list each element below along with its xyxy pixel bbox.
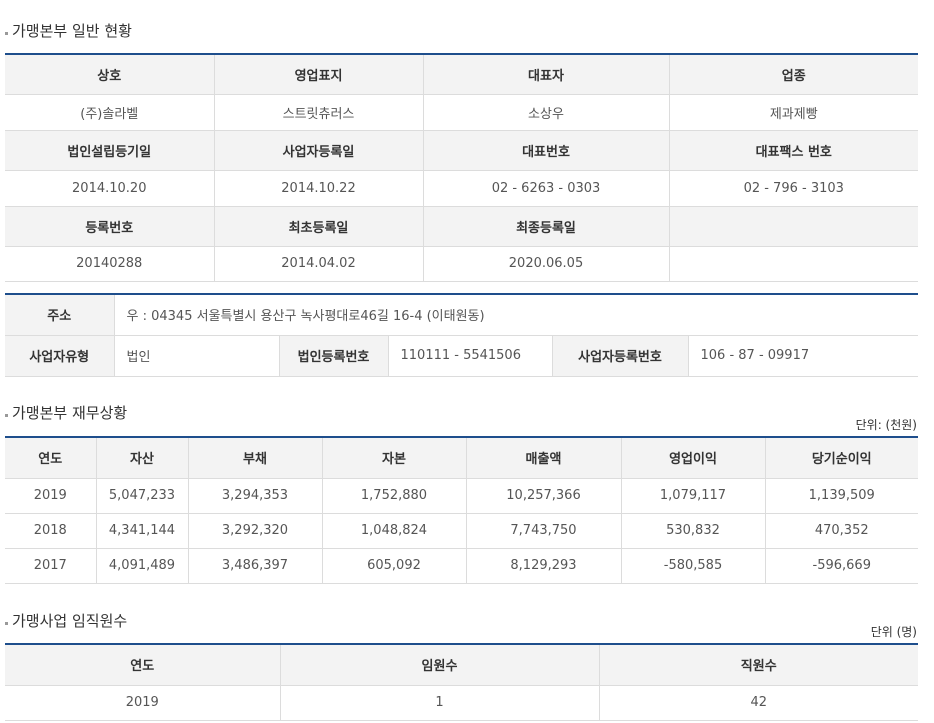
- biz-no-value: 106 - 87 - 09917: [688, 335, 919, 377]
- staff-header-executives: 임원수: [280, 644, 600, 686]
- value-company-name: (주)솔라벨: [5, 94, 215, 131]
- cell-equity: 1,048,824: [322, 513, 467, 549]
- cell-equity: 1,752,880: [322, 478, 467, 514]
- header-registration-no: 등록번호: [5, 206, 215, 247]
- cell-assets: 5,047,233: [96, 478, 189, 514]
- address-row: 주소 우 : 04345 서울특별시 용산구 녹사평대로46길 16-4 (이태…: [5, 294, 919, 336]
- finance-header-operating-income: 영업이익: [621, 437, 766, 479]
- finance-section-title: 가맹본부 재무상황: [5, 403, 127, 423]
- biz-type-value: 법인: [114, 335, 280, 377]
- finance-header-equity: 자본: [322, 437, 467, 479]
- general-info-table: 상호 영업표지 대표자 업종 (주)솔라벨 스트릿츄러스 소상우 제과제빵 법인…: [5, 53, 918, 282]
- value-empty: [669, 246, 918, 282]
- cell-operating-income: -580,585: [621, 548, 766, 584]
- staff-header-employees: 직원수: [599, 644, 918, 686]
- biz-no-label: 사업자등록번호: [552, 335, 689, 377]
- cell-liabilities: 3,486,397: [188, 548, 323, 584]
- cell-net-income: 470,352: [765, 513, 918, 549]
- general-header-row-1: 상호 영업표지 대표자 업종: [5, 54, 918, 95]
- value-phone: 02 - 6263 - 0303: [423, 170, 670, 207]
- cell-liabilities: 3,294,353: [188, 478, 323, 514]
- value-first-registration: 2014.04.02: [214, 246, 424, 282]
- staff-unit-label: 단위 (명): [870, 625, 917, 639]
- finance-title-text: 가맹본부 재무상황: [12, 404, 128, 422]
- cell-assets: 4,341,144: [96, 513, 189, 549]
- header-company-name: 상호: [5, 54, 215, 95]
- table-row: 2018 4,341,144 3,292,320 1,048,824 7,743…: [5, 513, 918, 549]
- value-industry: 제과제빵: [669, 94, 918, 131]
- corp-no-label: 법인등록번호: [279, 335, 389, 377]
- header-last-registration: 최종등록일: [423, 206, 670, 247]
- header-empty: [669, 206, 918, 247]
- cell-sales: 7,743,750: [466, 513, 622, 549]
- finance-header-net-income: 당기순이익: [765, 437, 918, 479]
- address-table: 주소 우 : 04345 서울특별시 용산구 녹사평대로46길 16-4 (이태…: [5, 293, 919, 377]
- cell-sales: 10,257,366: [466, 478, 622, 514]
- header-representative: 대표자: [423, 54, 670, 95]
- finance-header-assets: 자산: [96, 437, 189, 479]
- cell-employees: 42: [599, 685, 918, 721]
- finance-header-year: 연도: [5, 437, 97, 479]
- bullet-icon: [5, 621, 8, 625]
- general-value-row-3: 20140288 2014.04.02 2020.06.05: [5, 246, 918, 282]
- value-registration-no: 20140288: [5, 246, 215, 282]
- business-info-row: 사업자유형 법인 법인등록번호 110111 - 5541506 사업자등록번호…: [5, 335, 919, 377]
- cell-net-income: -596,669: [765, 548, 918, 584]
- finance-table: 연도 자산 부채 자본 매출액 영업이익 당기순이익 2019 5,047,23…: [5, 436, 918, 584]
- finance-unit-label: 단위: (천원): [855, 418, 917, 432]
- finance-header-liabilities: 부채: [188, 437, 323, 479]
- cell-year: 2017: [5, 548, 97, 584]
- header-phone: 대표번호: [423, 130, 670, 171]
- cell-operating-income: 1,079,117: [621, 478, 766, 514]
- finance-header-row: 연도 자산 부채 자본 매출액 영업이익 당기순이익: [5, 437, 918, 479]
- staff-header-row: 연도 임원수 직원수: [5, 644, 918, 686]
- bullet-icon: [5, 31, 8, 35]
- value-brand: 스트릿츄러스: [214, 94, 424, 131]
- header-first-registration: 최초등록일: [214, 206, 424, 247]
- bullet-icon: [5, 413, 8, 417]
- table-row: 2017 4,091,489 3,486,397 605,092 8,129,2…: [5, 548, 918, 584]
- staff-title-text: 가맹사업 임직원수: [12, 612, 128, 630]
- header-biz-registration-date: 사업자등록일: [214, 130, 424, 171]
- table-row: 2019 5,047,233 3,294,353 1,752,880 10,25…: [5, 478, 918, 514]
- general-section-title: 가맹본부 일반 현황: [5, 21, 132, 41]
- general-value-row-1: (주)솔라벨 스트릿츄러스 소상우 제과제빵: [5, 94, 918, 131]
- value-biz-registration-date: 2014.10.22: [214, 170, 424, 207]
- cell-equity: 605,092: [322, 548, 467, 584]
- cell-executives: 1: [280, 685, 600, 721]
- biz-type-label: 사업자유형: [5, 335, 115, 377]
- value-last-registration: 2020.06.05: [423, 246, 670, 282]
- staff-header-year: 연도: [5, 644, 281, 686]
- cell-liabilities: 3,292,320: [188, 513, 323, 549]
- general-header-row-2: 법인설립등기일 사업자등록일 대표번호 대표팩스 번호: [5, 130, 918, 171]
- staff-section-title: 가맹사업 임직원수: [5, 611, 127, 631]
- cell-year: 2019: [5, 478, 97, 514]
- general-title-text: 가맹본부 일반 현황: [12, 22, 132, 40]
- general-header-row-3: 등록번호 최초등록일 최종등록일: [5, 206, 918, 247]
- header-corp-registration-date: 법인설립등기일: [5, 130, 215, 171]
- cell-year: 2018: [5, 513, 97, 549]
- address-value: 우 : 04345 서울특별시 용산구 녹사평대로46길 16-4 (이태원동): [114, 294, 919, 336]
- cell-year: 2019: [5, 685, 281, 721]
- header-fax: 대표팩스 번호: [669, 130, 918, 171]
- cell-operating-income: 530,832: [621, 513, 766, 549]
- value-corp-registration-date: 2014.10.20: [5, 170, 215, 207]
- value-fax: 02 - 796 - 3103: [669, 170, 918, 207]
- table-row: 2019 1 42: [5, 685, 918, 721]
- cell-sales: 8,129,293: [466, 548, 622, 584]
- header-brand: 영업표지: [214, 54, 424, 95]
- cell-assets: 4,091,489: [96, 548, 189, 584]
- header-industry: 업종: [669, 54, 918, 95]
- cell-net-income: 1,139,509: [765, 478, 918, 514]
- corp-no-value: 110111 - 5541506: [388, 335, 553, 377]
- address-label: 주소: [5, 294, 115, 336]
- finance-header-sales: 매출액: [466, 437, 622, 479]
- general-value-row-2: 2014.10.20 2014.10.22 02 - 6263 - 0303 0…: [5, 170, 918, 207]
- staff-table: 연도 임원수 직원수 2019 1 42: [5, 643, 918, 721]
- value-representative: 소상우: [423, 94, 670, 131]
